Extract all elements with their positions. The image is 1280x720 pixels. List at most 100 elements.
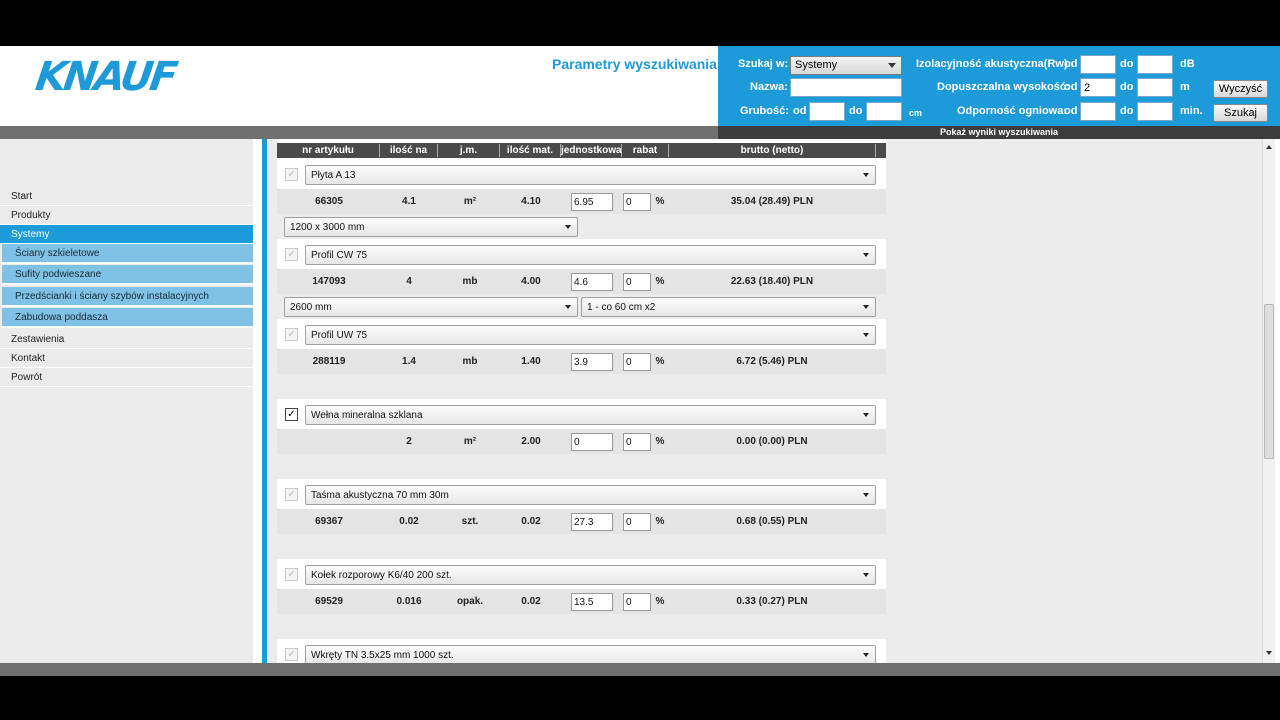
product-select[interactable]: Płyta A 13 bbox=[305, 165, 876, 185]
discount-input[interactable] bbox=[623, 513, 651, 531]
name-input[interactable] bbox=[790, 78, 902, 97]
article-number: 147093 bbox=[312, 276, 346, 287]
discount-input[interactable] bbox=[623, 193, 651, 211]
article-number: 69529 bbox=[315, 596, 343, 607]
knauf-logo[interactable]: KNAUF bbox=[33, 54, 178, 100]
gross-net-total: 35.04 (28.49) PLN bbox=[730, 196, 814, 207]
thickness-from-label: od bbox=[793, 105, 807, 117]
acoustic-to-input[interactable] bbox=[1137, 55, 1173, 74]
product-select[interactable]: Kołek rozporowy K6/40 200 szt. bbox=[305, 565, 876, 585]
percent-sign: % bbox=[655, 516, 665, 527]
product-name: Wełna mineralna szklana bbox=[311, 410, 423, 421]
sidebar-item-sciany-szkieletowe[interactable]: Ściany szkieletowe bbox=[2, 244, 253, 264]
article-number: 288119 bbox=[312, 356, 346, 367]
product-select[interactable]: Taśma akustyczna 70 mm 30m bbox=[305, 485, 876, 505]
materials-table: nr artykułu ilość na 1m² j.m. ilość mat.… bbox=[277, 139, 886, 676]
fire-from-input[interactable] bbox=[1080, 102, 1116, 121]
discount-input[interactable] bbox=[623, 273, 651, 291]
article-number: 69367 bbox=[315, 516, 343, 527]
product-select[interactable]: Profil CW 75 bbox=[305, 245, 876, 265]
unit: szt. bbox=[461, 516, 479, 527]
sidebar-item-zabudowa-poddasza[interactable]: Zabudowa poddasza bbox=[2, 308, 253, 328]
row-checkbox[interactable]: ✓ bbox=[285, 488, 298, 501]
qty-per-m2: 0.02 bbox=[399, 516, 419, 527]
spacing-select[interactable]: 1 - co 60 cm x2 bbox=[581, 297, 876, 317]
discount-input[interactable] bbox=[623, 433, 651, 451]
chevron-down-icon bbox=[863, 305, 869, 309]
sidebar-item-sufity-podwieszane[interactable]: Sufity podwieszane bbox=[2, 265, 253, 285]
product-select[interactable]: Profil UW 75 bbox=[305, 325, 876, 345]
chevron-down-icon bbox=[888, 63, 896, 68]
search-in-label: Szukaj w: bbox=[738, 58, 789, 70]
vertical-scrollbar[interactable] bbox=[1262, 139, 1275, 663]
height-to-input[interactable] bbox=[1137, 78, 1173, 97]
unit: mb bbox=[462, 276, 478, 287]
table-header: nr artykułu ilość na 1m² j.m. ilość mat.… bbox=[277, 143, 886, 169]
unit-price-input[interactable] bbox=[571, 353, 613, 371]
sidebar-item-zestawienia[interactable]: Zestawienia bbox=[0, 330, 253, 349]
material-qty: 1.40 bbox=[521, 356, 541, 367]
row-checkbox[interactable]: ✓ bbox=[285, 248, 298, 261]
scroll-up-arrow-icon[interactable] bbox=[1263, 141, 1275, 153]
gross-net-total: 0.00 (0.00) PLN bbox=[736, 436, 808, 447]
thickness-unit: cm bbox=[909, 108, 923, 118]
product-name: Profil CW 75 bbox=[311, 250, 368, 261]
discount-input[interactable] bbox=[623, 353, 651, 371]
unit-price-input[interactable] bbox=[571, 193, 613, 211]
fire-resistance-label: Odporność ogniowa: bbox=[957, 105, 1067, 117]
product-select[interactable]: Wełna mineralna szklana bbox=[305, 405, 876, 425]
app-window: KNAUF Parametry wyszukiwania: Szukaj w: … bbox=[0, 46, 1280, 676]
acoustic-label: Izolacyjność akustyczna(Rw): bbox=[916, 58, 1072, 70]
header: KNAUF Parametry wyszukiwania: Szukaj w: … bbox=[0, 46, 1280, 126]
scrollbar-thumb[interactable] bbox=[1264, 304, 1274, 459]
fire-to-input[interactable] bbox=[1137, 102, 1173, 121]
show-results-link[interactable]: Pokaż wyniki wyszukiwania bbox=[718, 126, 1280, 139]
unit-price-input[interactable] bbox=[571, 433, 613, 451]
fire-from-label: od bbox=[1064, 105, 1078, 117]
col-header-unit: j.m. bbox=[438, 144, 500, 157]
sidebar-item-systemy[interactable]: Systemy bbox=[0, 225, 253, 244]
product-name: Płyta A 13 bbox=[311, 170, 356, 181]
sidebar-item-kontakt[interactable]: Kontakt bbox=[0, 349, 253, 368]
length-select[interactable]: 2600 mm bbox=[284, 297, 578, 317]
sidebar-item-przedscianki[interactable]: Przedścianki i ściany szybów instalacyjn… bbox=[2, 287, 253, 307]
sidebar-item-produkty[interactable]: Produkty bbox=[0, 206, 253, 225]
row-checkbox[interactable]: ✓ bbox=[285, 408, 298, 421]
discount-input[interactable] bbox=[623, 593, 651, 611]
product-select[interactable]: Wkręty TN 3.5x25 mm 1000 szt. bbox=[305, 645, 876, 665]
thickness-to-input[interactable] bbox=[866, 102, 902, 121]
row-checkbox[interactable]: ✓ bbox=[285, 168, 298, 181]
sidebar-item-start[interactable]: Start bbox=[0, 187, 253, 206]
unit-price-input[interactable] bbox=[571, 273, 613, 291]
sidebar-item-powrot[interactable]: Powrót bbox=[0, 368, 253, 387]
acoustic-from-input[interactable] bbox=[1080, 55, 1116, 74]
acoustic-unit: dB bbox=[1180, 58, 1195, 70]
row-checkbox[interactable]: ✓ bbox=[285, 648, 298, 661]
height-from-input[interactable] bbox=[1080, 78, 1116, 97]
col-header-discount: rabat bbox=[622, 144, 669, 157]
chevron-down-icon bbox=[863, 333, 869, 337]
spacing-value: 1 - co 60 cm x2 bbox=[587, 302, 656, 313]
thickness-label: Grubość: bbox=[740, 105, 789, 117]
scroll-down-arrow-icon[interactable] bbox=[1263, 647, 1275, 659]
unit-price-input[interactable] bbox=[571, 593, 613, 611]
table-row: ✓ Kołek rozporowy K6/40 200 szt. 69529 0… bbox=[277, 561, 886, 639]
material-qty: 0.02 bbox=[521, 596, 541, 607]
size-select[interactable]: 1200 x 3000 mm bbox=[284, 217, 578, 237]
clear-button[interactable]: Wyczyść bbox=[1213, 80, 1268, 98]
thickness-to-label: do bbox=[849, 105, 863, 117]
material-qty: 0.02 bbox=[521, 516, 541, 527]
row-checkbox[interactable]: ✓ bbox=[285, 328, 298, 341]
search-in-select[interactable]: Systemy bbox=[790, 56, 902, 75]
unit: mb bbox=[462, 356, 478, 367]
unit-price-input[interactable] bbox=[571, 513, 613, 531]
chevron-down-icon bbox=[565, 225, 571, 229]
gross-net-total: 6.72 (5.46) PLN bbox=[736, 356, 808, 367]
product-name: Kołek rozporowy K6/40 200 szt. bbox=[311, 570, 452, 581]
thickness-from-input[interactable] bbox=[809, 102, 845, 121]
fire-to-label: do bbox=[1120, 105, 1134, 117]
chevron-down-icon bbox=[863, 573, 869, 577]
length-value: 2600 mm bbox=[290, 302, 332, 313]
search-button[interactable]: Szukaj bbox=[1213, 104, 1268, 122]
row-checkbox[interactable]: ✓ bbox=[285, 568, 298, 581]
